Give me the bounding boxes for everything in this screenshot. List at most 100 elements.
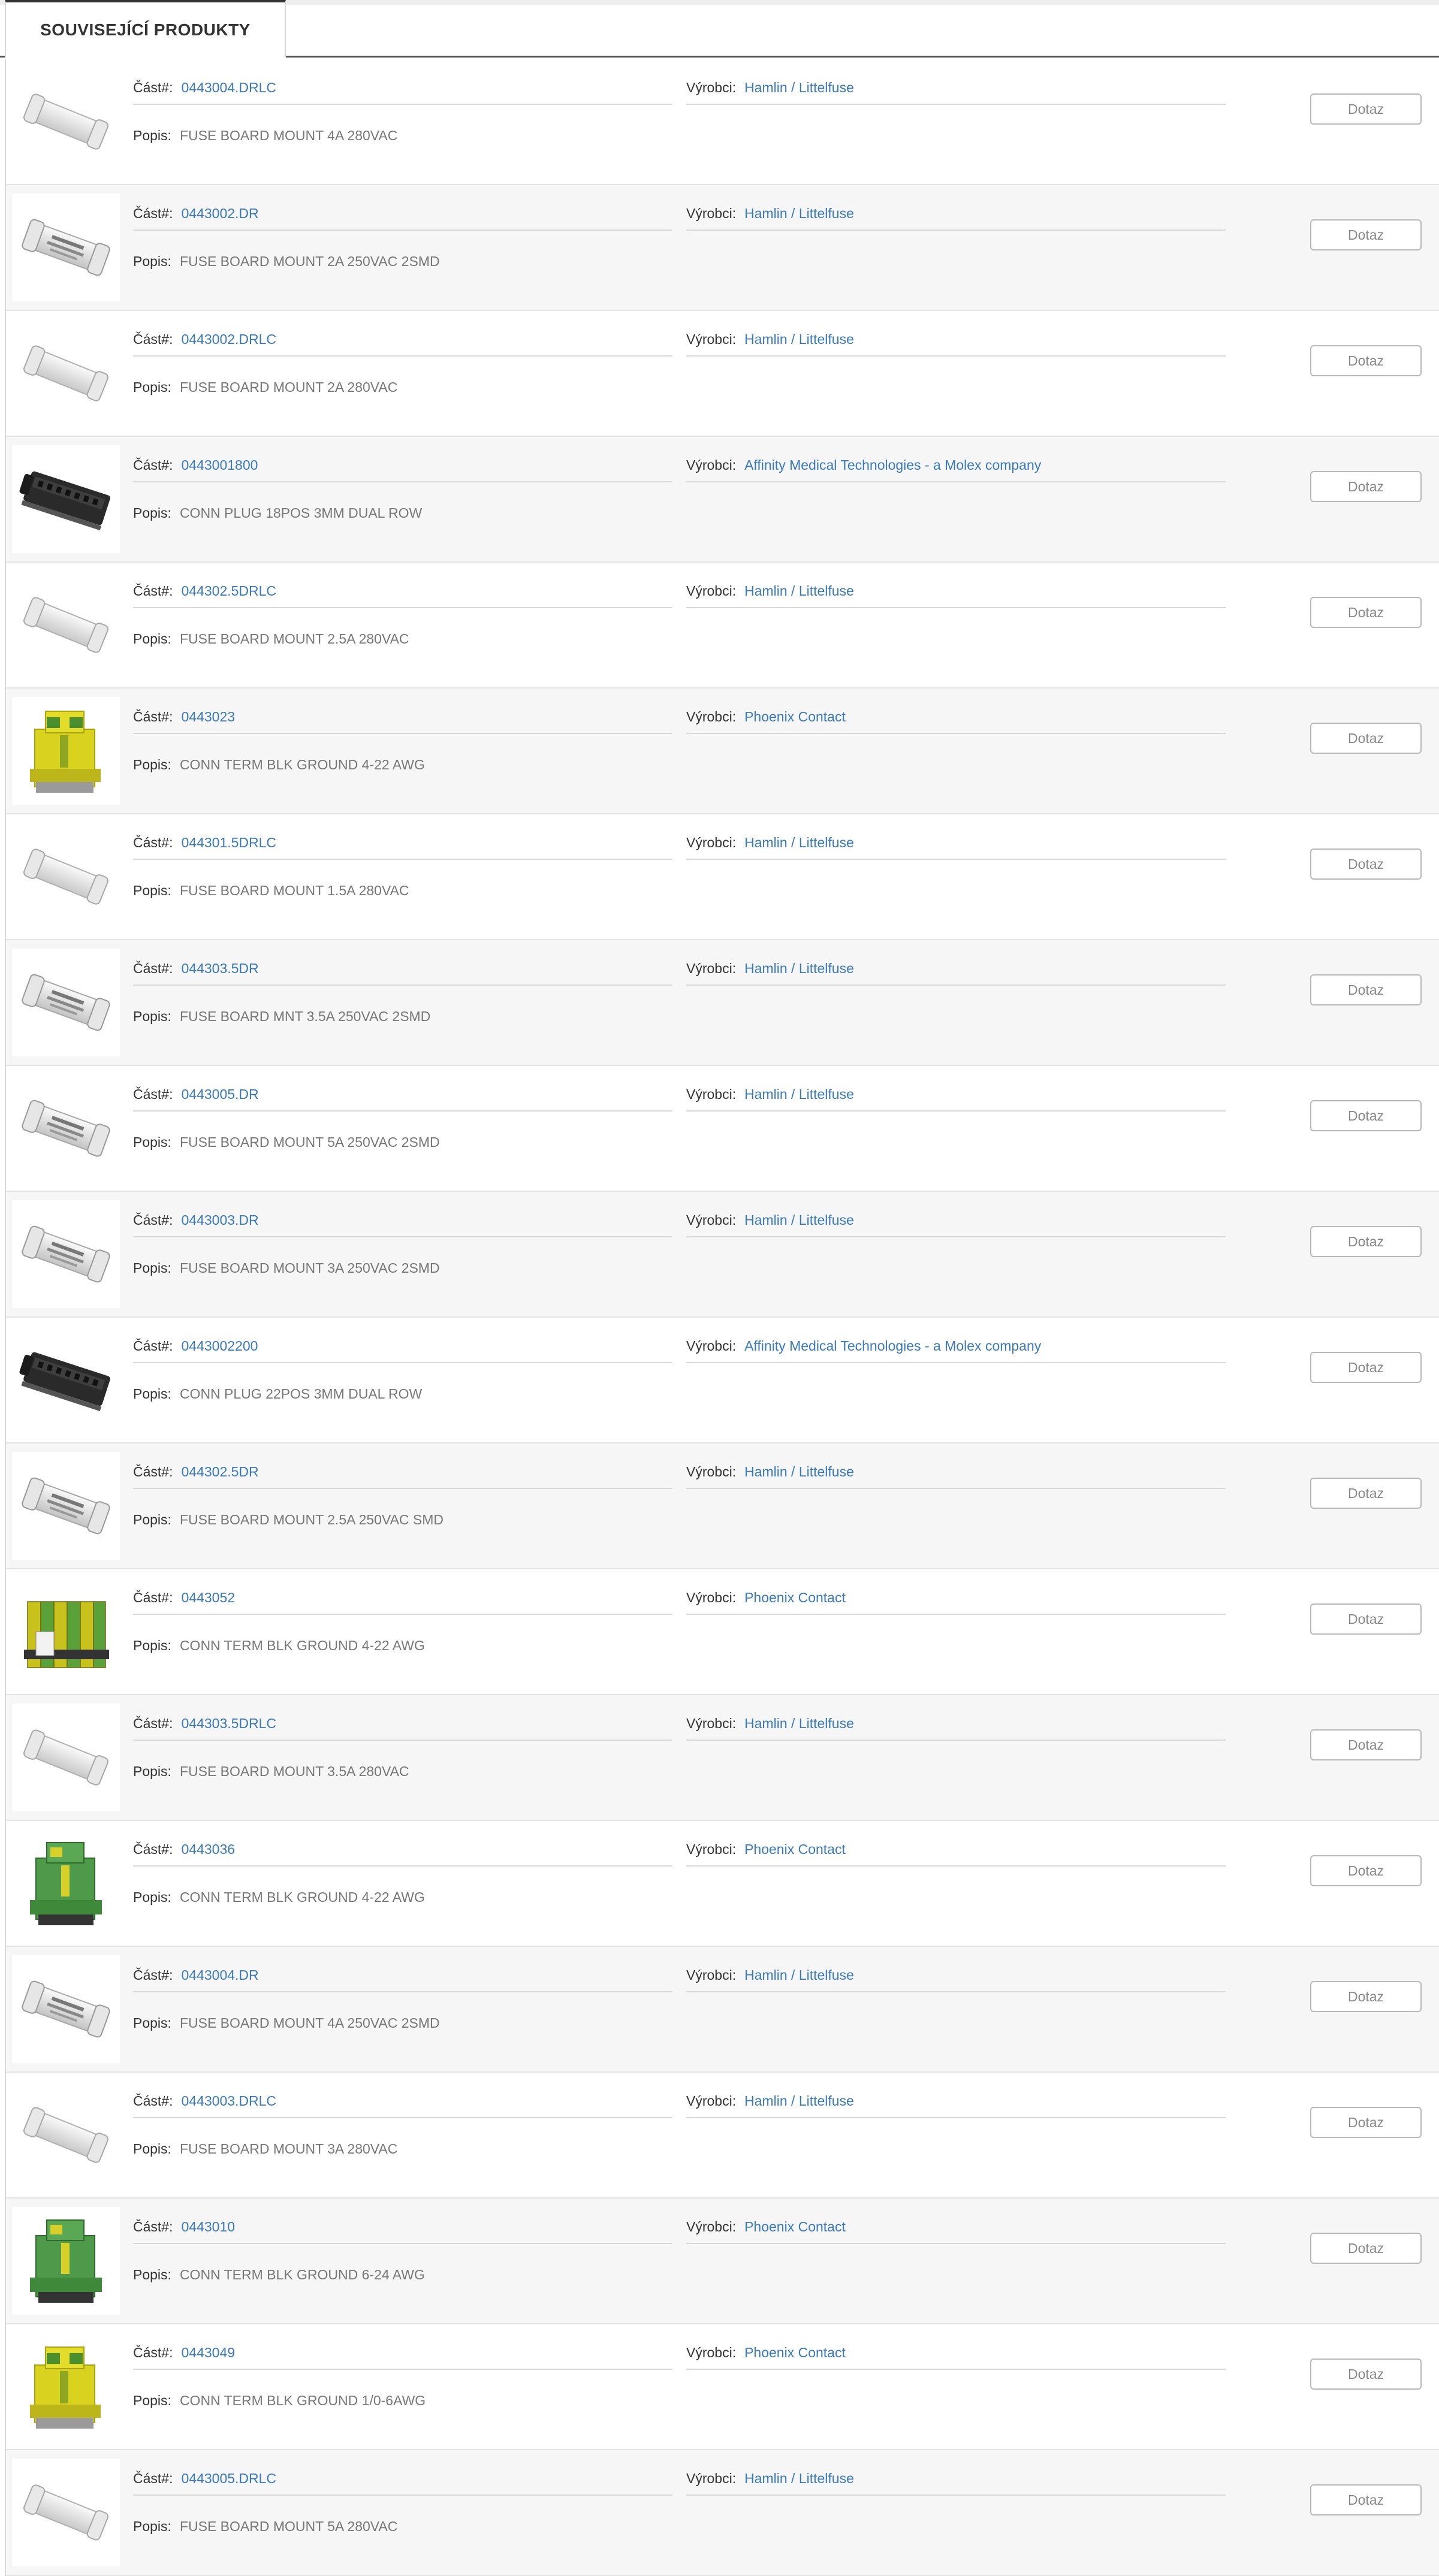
part-number-link[interactable]: 044303.5DRLC	[181, 1713, 276, 1734]
part-number-link[interactable]: 044301.5DRLC	[181, 832, 276, 853]
product-image[interactable]	[12, 1326, 120, 1434]
part-number-link[interactable]: 0443049	[181, 2342, 235, 2363]
part-number-link[interactable]: 0443052	[181, 1587, 235, 1608]
manufacturer-link[interactable]: Hamlin / Littelfuse	[744, 1713, 854, 1734]
divider	[133, 2117, 672, 2118]
product-image[interactable]	[12, 2333, 120, 2441]
part-number-link[interactable]: 0443023	[181, 706, 235, 727]
inquiry-button[interactable]: Dotaz	[1310, 1352, 1422, 1383]
inquiry-button[interactable]: Dotaz	[1310, 848, 1422, 880]
product-image[interactable]	[12, 1955, 120, 2063]
inquiry-button[interactable]: Dotaz	[1310, 2107, 1422, 2138]
inquiry-button[interactable]: Dotaz	[1310, 2233, 1422, 2264]
part-number-link[interactable]: 0443010	[181, 2216, 235, 2237]
manufacturer-link[interactable]: Hamlin / Littelfuse	[744, 1084, 854, 1104]
manufacturer-label: Výrobci:	[686, 835, 737, 850]
manufacturer-link[interactable]: Phoenix Contact	[744, 2342, 846, 2363]
product-info: Část#: 0443010 Popis: CONN TERM BLK GROUND …	[133, 2216, 672, 2285]
product-image[interactable]	[12, 1829, 120, 1937]
inquiry-button[interactable]: Dotaz	[1310, 1478, 1422, 1509]
product-description: FUSE BOARD MOUNT 3A 250VAC 2SMD	[179, 1260, 440, 1276]
product-image[interactable]	[12, 1578, 120, 1686]
manufacturer-link[interactable]: Phoenix Contact	[744, 1587, 846, 1608]
part-number-link[interactable]: 0443002.DR	[181, 203, 258, 224]
part-number-link[interactable]: 0443001800	[181, 455, 258, 475]
manufacturer-link[interactable]: Hamlin / Littelfuse	[744, 77, 854, 98]
manufacturer-link[interactable]: Hamlin / Littelfuse	[744, 1965, 854, 1985]
product-image[interactable]	[12, 697, 120, 805]
manufacturer-link[interactable]: Phoenix Contact	[744, 2216, 846, 2237]
product-image[interactable]	[12, 571, 120, 679]
part-number-link[interactable]: 0443003.DRLC	[181, 2091, 276, 2111]
manufacturer-link[interactable]: Hamlin / Littelfuse	[744, 581, 854, 601]
product-image[interactable]	[12, 2081, 120, 2189]
inquiry-button[interactable]: Dotaz	[1310, 974, 1422, 1005]
inquiry-button[interactable]: Dotaz	[1310, 1729, 1422, 1760]
product-image[interactable]	[12, 1074, 120, 1182]
part-number-link[interactable]: 0443002200	[181, 1336, 258, 1356]
product-image[interactable]	[12, 445, 120, 553]
inquiry-button[interactable]: Dotaz	[1310, 1981, 1422, 2012]
part-number-link[interactable]: 0443036	[181, 1839, 235, 1859]
manufacturer-link[interactable]: Hamlin / Littelfuse	[744, 1210, 854, 1230]
manufacturer-link[interactable]: Phoenix Contact	[744, 1839, 846, 1859]
manufacturer-link[interactable]: Affinity Medical Technologies - a Molex …	[744, 455, 1041, 475]
manufacturer-link[interactable]: Hamlin / Littelfuse	[744, 329, 854, 349]
product-info: Část#: 0443001800 Popis: CONN PLUG 18POS 3M…	[133, 455, 672, 523]
part-number-link[interactable]: 044303.5DR	[181, 958, 258, 979]
product-image[interactable]	[12, 194, 120, 301]
product-description: CONN TERM BLK GROUND 6-24 AWG	[179, 2267, 425, 2282]
product-image[interactable]	[12, 1200, 120, 1308]
inquiry-button[interactable]: Dotaz	[1310, 1855, 1422, 1886]
product-image[interactable]	[12, 2459, 120, 2566]
manufacturer-link[interactable]: Hamlin / Littelfuse	[744, 958, 854, 979]
part-number-link[interactable]: 0443003.DR	[181, 1210, 258, 1230]
product-image[interactable]	[12, 1452, 120, 1560]
manufacturer-link[interactable]: Hamlin / Littelfuse	[744, 1461, 854, 1482]
inquiry-button[interactable]: Dotaz	[1310, 1100, 1422, 1131]
description-label: Popis:	[133, 379, 171, 395]
product-image[interactable]	[12, 2207, 120, 2315]
inquiry-button[interactable]: Dotaz	[1310, 219, 1422, 250]
description-label: Popis:	[133, 2518, 171, 2534]
inquiry-button[interactable]: Dotaz	[1310, 2484, 1422, 2515]
part-number-link[interactable]: 0443004.DR	[181, 1965, 258, 1985]
manufacturer-info: Výrobci: Affinity Medical Technologies - …	[686, 1336, 1226, 1384]
manufacturer-label: Výrobci:	[686, 2093, 737, 2109]
description-label: Popis:	[133, 1638, 171, 1653]
manufacturer-link[interactable]: Hamlin / Littelfuse	[744, 2091, 854, 2111]
fuse-icon	[12, 2459, 120, 2566]
part-number-link[interactable]: 044302.5DR	[181, 1461, 258, 1482]
product-row: Část#: 0443023 Popis: CONN TERM BLK GROUND …	[6, 688, 1439, 814]
part-number-link[interactable]: 0443005.DRLC	[181, 2468, 276, 2489]
divider	[686, 733, 1226, 734]
inquiry-button[interactable]: Dotaz	[1310, 1226, 1422, 1257]
product-image[interactable]	[12, 823, 120, 931]
product-description: FUSE BOARD MOUNT 1.5A 280VAC	[179, 883, 409, 898]
inquiry-button[interactable]: Dotaz	[1310, 723, 1422, 754]
inquiry-button[interactable]: Dotaz	[1310, 345, 1422, 376]
product-image[interactable]	[12, 1704, 120, 1811]
manufacturer-link[interactable]: Affinity Medical Technologies - a Molex …	[744, 1336, 1041, 1356]
product-image[interactable]	[12, 949, 120, 1056]
inquiry-button[interactable]: Dotaz	[1310, 2358, 1422, 2390]
inquiry-button[interactable]: Dotaz	[1310, 1603, 1422, 1635]
manufacturer-link[interactable]: Hamlin / Littelfuse	[744, 832, 854, 853]
product-row: Část#: 0443004.DRLC Popis: FUSE BOARD MOUNT…	[6, 59, 1439, 185]
part-number-link[interactable]: 044302.5DRLC	[181, 581, 276, 601]
product-image[interactable]	[12, 319, 120, 427]
product-image[interactable]	[12, 68, 120, 176]
manufacturer-link[interactable]: Phoenix Contact	[744, 706, 846, 727]
tab-bar: SOUVISEJÍCÍ PRODUKTY	[0, 0, 1439, 58]
inquiry-button[interactable]: Dotaz	[1310, 93, 1422, 125]
part-number-link[interactable]: 0443004.DRLC	[181, 77, 276, 98]
tab-related-products[interactable]: SOUVISEJÍCÍ PRODUKTY	[5, 0, 286, 58]
manufacturer-link[interactable]: Hamlin / Littelfuse	[744, 203, 854, 224]
description-label: Popis:	[133, 1386, 171, 1402]
inquiry-button[interactable]: Dotaz	[1310, 597, 1422, 628]
part-number-link[interactable]: 0443005.DR	[181, 1084, 258, 1104]
manufacturer-link[interactable]: Hamlin / Littelfuse	[744, 2468, 854, 2489]
part-number-link[interactable]: 0443002.DRLC	[181, 329, 276, 349]
inquiry-button[interactable]: Dotaz	[1310, 471, 1422, 502]
divider	[686, 985, 1226, 986]
